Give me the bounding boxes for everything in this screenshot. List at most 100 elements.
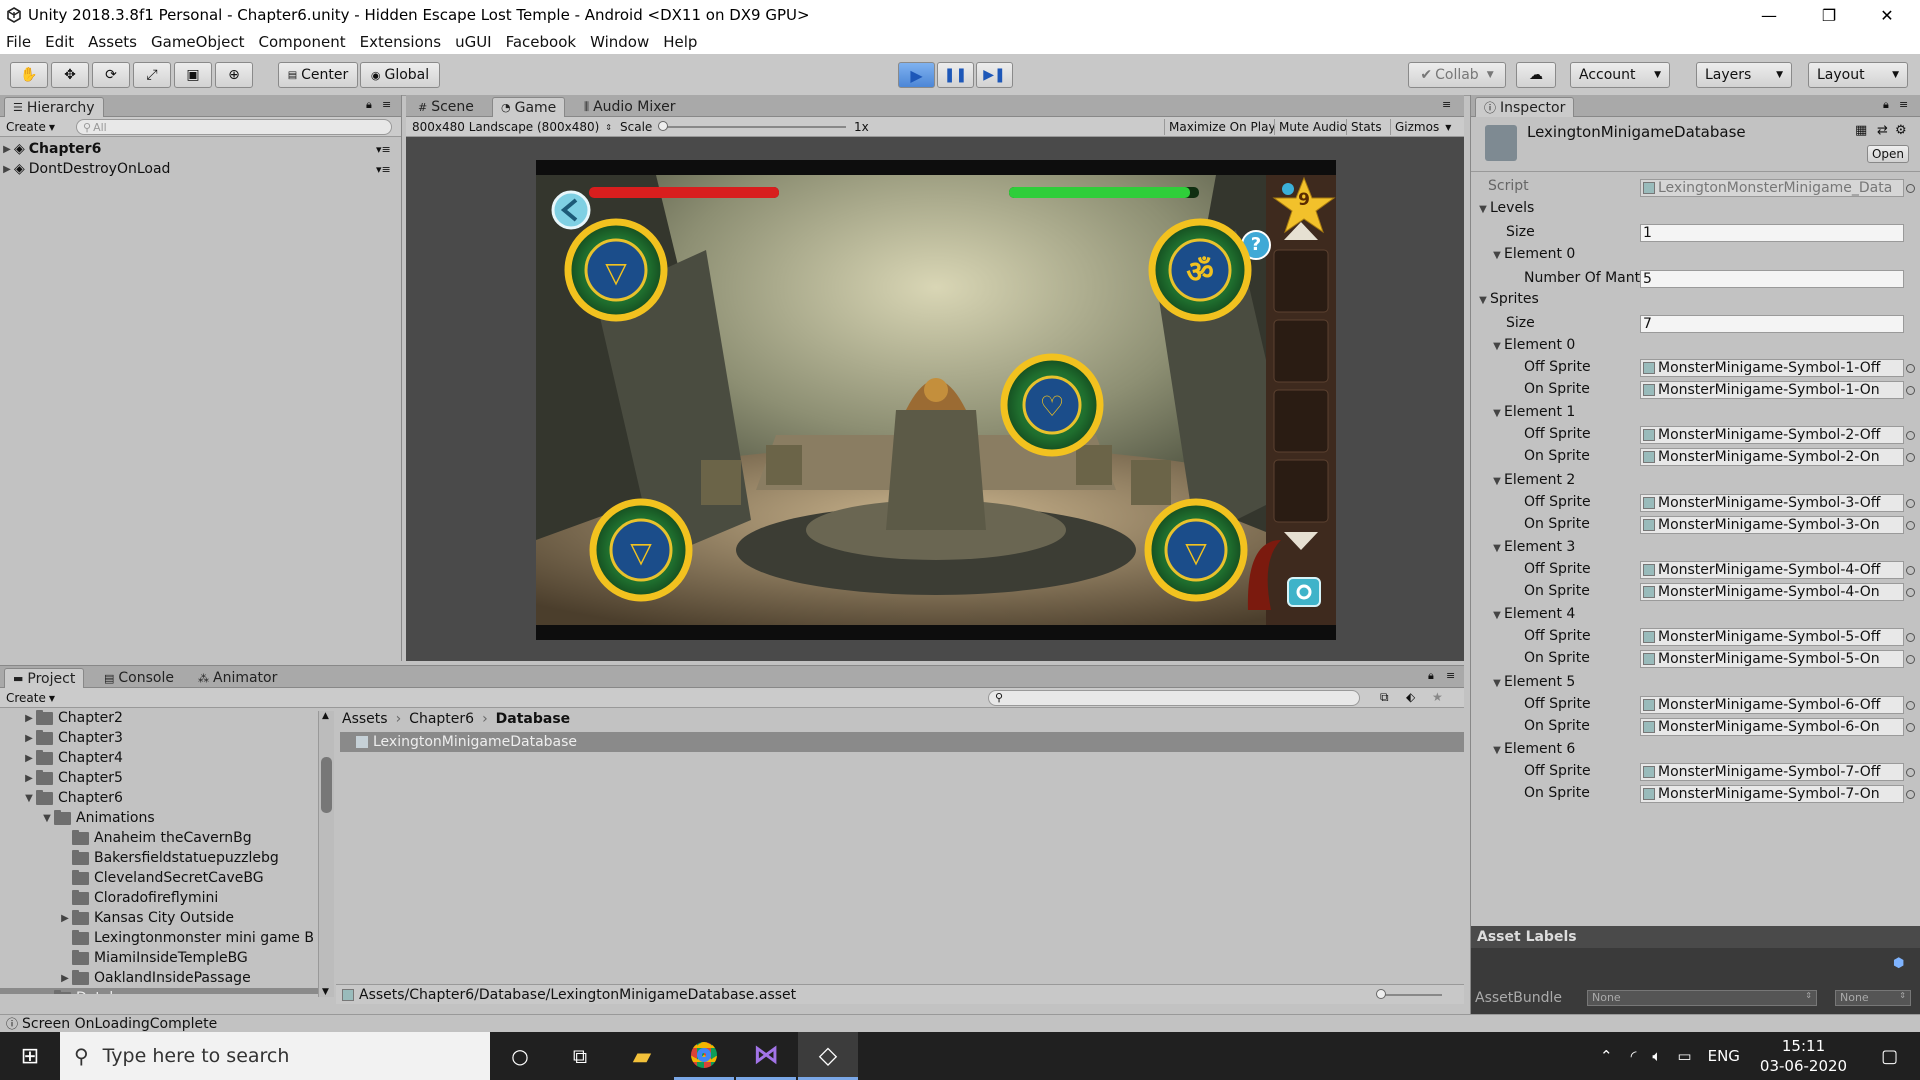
levels-size-input[interactable]: 1: [1640, 224, 1904, 242]
step-button[interactable]: ▶❚: [976, 62, 1013, 88]
tab-animator[interactable]: ⁂ Animator: [190, 668, 285, 688]
menu-window[interactable]: Window: [590, 33, 649, 51]
open-button[interactable]: Open: [1867, 145, 1909, 163]
lock-icon[interactable]: 🔒︎: [366, 98, 372, 112]
foldout-arrow-icon[interactable]: ▶: [22, 753, 36, 764]
sprites-foldout[interactable]: ▼ Sprites: [1476, 291, 1539, 307]
hierarchy-search-input[interactable]: ⚲ All: [76, 119, 392, 135]
object-picker-icon[interactable]: [1906, 723, 1915, 732]
object-picker-icon[interactable]: [1906, 386, 1915, 395]
inventory-up-button[interactable]: [1284, 220, 1320, 242]
icon-size-slider[interactable]: [1380, 994, 1442, 996]
tab-console[interactable]: ▤ Console: [96, 668, 182, 688]
tag-icon[interactable]: ⬢: [1893, 956, 1904, 971]
rotate-tool-button[interactable]: ⟳: [92, 62, 130, 88]
assetbundle-dropdown[interactable]: None ⇕: [1587, 990, 1817, 1006]
object-picker-icon[interactable]: [1906, 453, 1915, 462]
back-button[interactable]: [551, 192, 587, 228]
object-picker-icon[interactable]: [1906, 790, 1915, 799]
scroll-down-icon[interactable]: ▼: [322, 987, 329, 997]
off-sprite-field[interactable]: MonsterMinigame-Symbol-3-Off: [1640, 494, 1904, 512]
volume-icon[interactable]: 🔈︎: [1652, 1047, 1661, 1065]
resolution-dropdown[interactable]: 800x480 Landscape (800x480) ⇕: [412, 119, 612, 135]
visual-studio-button[interactable]: ⋈: [736, 1032, 796, 1080]
tab-game[interactable]: ◔ Game: [492, 97, 566, 117]
object-picker-icon[interactable]: [1906, 588, 1915, 597]
language-indicator[interactable]: ENG: [1708, 1047, 1740, 1065]
close-button[interactable]: ✕: [1858, 0, 1916, 30]
menu-edit[interactable]: Edit: [45, 33, 74, 51]
object-picker-icon[interactable]: [1906, 566, 1915, 575]
foldout-arrow-icon[interactable]: ▶: [22, 773, 36, 784]
folder-tree-item[interactable]: Database: [0, 988, 318, 994]
on-sprite-field[interactable]: MonsterMinigame-Symbol-1-On: [1640, 381, 1904, 399]
folder-tree-item[interactable]: ▶ Chapter5: [0, 768, 318, 788]
foldout-arrow-icon[interactable]: ▶: [22, 733, 36, 744]
scale-slider-handle[interactable]: [658, 121, 668, 131]
object-picker-icon[interactable]: [1906, 499, 1915, 508]
foldout-arrow-icon[interactable]: ▼: [40, 813, 54, 824]
gizmos-dropdown[interactable]: Gizmos ▼: [1390, 119, 1455, 135]
project-search-input[interactable]: ⚲: [988, 690, 1360, 706]
scroll-up-icon[interactable]: ▲: [322, 711, 329, 721]
tab-hierarchy[interactable]: ☰ Hierarchy: [4, 97, 104, 117]
panel-menu-icon[interactable]: ≡: [382, 98, 391, 111]
tab-project[interactable]: ▬ Project: [4, 668, 85, 688]
help-button[interactable]: ?: [1242, 231, 1270, 259]
number-input[interactable]: 5: [1640, 270, 1904, 288]
folder-tree-item[interactable]: ▼ Chapter6: [0, 788, 318, 808]
restore-button[interactable]: ❐: [1800, 0, 1858, 30]
object-picker-icon[interactable]: [1906, 633, 1915, 642]
mute-audio-toggle[interactable]: Mute Audio: [1274, 119, 1351, 135]
stats-toggle[interactable]: Stats: [1346, 119, 1386, 135]
folder-tree-item[interactable]: ▼ Animations: [0, 808, 318, 828]
panel-menu-icon[interactable]: ≡: [1899, 98, 1908, 111]
object-picker-icon[interactable]: [1906, 655, 1915, 664]
symbol-medallion-3[interactable]: [1004, 357, 1100, 453]
preset-icon[interactable]: ⇄: [1877, 123, 1888, 138]
object-picker-icon[interactable]: [1906, 768, 1915, 777]
tab-scene[interactable]: # Scene: [410, 97, 482, 117]
sprite-element-foldout[interactable]: ▼ Element 6: [1490, 741, 1575, 757]
folder-tree-item[interactable]: ▶ OaklandInsidePassage: [0, 968, 318, 988]
book-icon[interactable]: ▦: [1855, 123, 1867, 138]
folder-tree-item[interactable]: ▶ Chapter4: [0, 748, 318, 768]
menu-help[interactable]: Help: [663, 33, 697, 51]
item-menu-icon[interactable]: ▾≡: [376, 163, 391, 176]
rect-tool-button[interactable]: ▣: [174, 62, 212, 88]
menu-component[interactable]: Component: [259, 33, 346, 51]
symbol-medallion-5[interactable]: [1148, 502, 1244, 598]
asset-list-item[interactable]: LexingtonMinigameDatabase: [340, 732, 1464, 752]
item-menu-icon[interactable]: ▾≡: [376, 143, 391, 156]
collab-button[interactable]: ✔ Collab ▼: [1408, 62, 1506, 88]
account-dropdown[interactable]: Account ▼: [1570, 62, 1670, 88]
on-sprite-field[interactable]: MonsterMinigame-Symbol-4-On: [1640, 583, 1904, 601]
unity-taskbar-button[interactable]: ◇: [798, 1032, 858, 1080]
favorite-star-icon[interactable]: ★: [1432, 690, 1443, 704]
expand-arrow-icon[interactable]: ▶: [0, 164, 14, 175]
folder-tree-item[interactable]: ▶ Chapter3: [0, 728, 318, 748]
notifications-icon[interactable]: ▢: [1881, 1046, 1898, 1067]
sprite-element-foldout[interactable]: ▼ Element 2: [1490, 472, 1575, 488]
network-icon[interactable]: ◜: [1631, 1047, 1637, 1065]
sprite-element-foldout[interactable]: ▼ Element 4: [1490, 606, 1575, 622]
folder-tree-item[interactable]: Cloradofireflymini: [0, 888, 318, 908]
on-sprite-field[interactable]: MonsterMinigame-Symbol-6-On: [1640, 718, 1904, 736]
folder-tree-item[interactable]: Lexingtonmonster mini game B: [0, 928, 318, 948]
file-explorer-button[interactable]: ▰: [612, 1032, 672, 1080]
folder-tree-item[interactable]: ClevelandSecretCaveBG: [0, 868, 318, 888]
transform-tool-button[interactable]: ⊕: [215, 62, 253, 88]
on-sprite-field[interactable]: MonsterMinigame-Symbol-5-On: [1640, 650, 1904, 668]
symbol-medallion-4[interactable]: [593, 502, 689, 598]
settings-button[interactable]: [1288, 578, 1320, 606]
taskbar-search-box[interactable]: ⚲ Type here to search: [60, 1032, 490, 1080]
sprite-element-foldout[interactable]: ▼ Element 1: [1490, 404, 1575, 420]
move-tool-button[interactable]: ✥: [51, 62, 89, 88]
tab-audio-mixer[interactable]: ⫼ Audio Mixer: [576, 97, 684, 117]
menu-gameobject[interactable]: GameObject: [151, 33, 245, 51]
sprite-element-foldout[interactable]: ▼ Element 5: [1490, 674, 1575, 690]
chrome-button[interactable]: [674, 1032, 734, 1080]
layers-dropdown[interactable]: Layers ▼: [1696, 62, 1792, 88]
breadcrumb-database[interactable]: Database: [496, 711, 571, 727]
folder-tree-item[interactable]: Bakersfieldstatuepuzzlebg: [0, 848, 318, 868]
